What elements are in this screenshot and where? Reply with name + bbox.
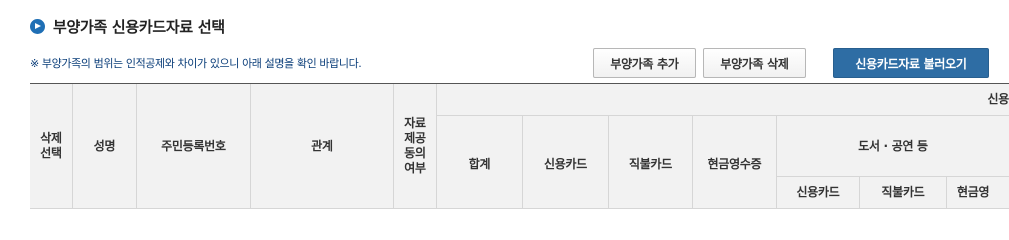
header-data-provision-consent: 자료 제공 동의 여부 [394, 84, 437, 209]
header-resident-number: 주민등록번호 [137, 84, 251, 209]
dependent-card-table-header: 삭제 선택 성명 주민등록번호 관계 자료 제공 동의 여부 신용 합계 신용카드 직불… [30, 84, 1009, 209]
header-cash-receipt: 현금영수증 [693, 116, 777, 209]
header-relation: 관계 [251, 84, 394, 209]
delete-dependent-button[interactable]: 부양가족 삭제 [703, 48, 806, 78]
header-books-credit-card: 신용카드 [777, 177, 860, 209]
header-name: 성명 [73, 84, 137, 209]
arrow-bullet-icon [30, 18, 45, 34]
header-credit-card-group: 신용 [437, 84, 1009, 116]
load-credit-card-data-button[interactable]: 신용카드자료 불러오기 [833, 48, 989, 78]
add-dependent-button[interactable]: 부양가족 추가 [593, 48, 696, 78]
section-title: 부양가족 신용카드자료 선택 [30, 15, 225, 37]
section-title-text: 부양가족 신용카드자료 선택 [53, 17, 225, 36]
header-books-performance: 도서 · 공연 등 [777, 116, 1009, 177]
header-delete-select: 삭제 선택 [30, 84, 73, 209]
header-debit-card: 직불카드 [609, 116, 693, 209]
header-books-cash-receipt: 현금영 [947, 177, 1009, 209]
dependent-scope-notice: ※ 부양가족의 범위는 인적공제와 차이가 있으니 아래 설명을 확인 바랍니다… [30, 57, 362, 70]
header-total: 합계 [437, 116, 523, 209]
header-credit-card: 신용카드 [523, 116, 609, 209]
header-books-debit-card: 직불카드 [860, 177, 947, 209]
